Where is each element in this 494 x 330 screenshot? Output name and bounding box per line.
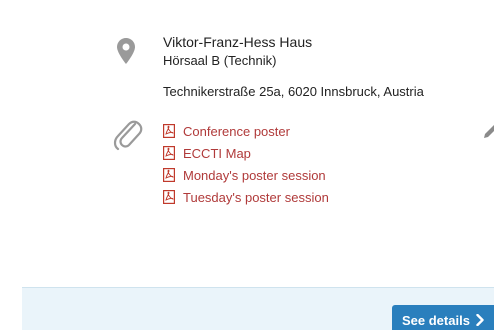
pdf-file-icon xyxy=(163,168,175,182)
attachment-list: Conference poster ECCTI Map Monday's pos… xyxy=(163,120,329,208)
pencil-icon[interactable] xyxy=(483,123,494,139)
venue-address: Technikerstraße 25a, 6020 Innsbruck, Aus… xyxy=(163,84,424,99)
venue-name: Viktor-Franz-Hess Haus xyxy=(163,34,313,50)
attachment-label: Tuesday's poster session xyxy=(183,189,329,205)
see-details-button[interactable]: See details xyxy=(392,305,494,330)
pdf-file-icon xyxy=(163,146,175,160)
pdf-file-icon xyxy=(163,124,175,138)
attachment-link[interactable]: Monday's poster session xyxy=(163,164,329,186)
attachment-link[interactable]: ECCTI Map xyxy=(163,142,329,164)
attachment-label: Conference poster xyxy=(183,123,290,139)
attachment-link[interactable]: Tuesday's poster session xyxy=(163,186,329,208)
see-details-label: See details xyxy=(402,312,470,328)
chevron-right-icon xyxy=(476,314,484,326)
pdf-file-icon xyxy=(163,190,175,204)
map-pin-icon xyxy=(117,38,135,64)
attachment-link[interactable]: Conference poster xyxy=(163,120,329,142)
attachment-label: Monday's poster session xyxy=(183,167,326,183)
paperclip-icon xyxy=(113,120,143,151)
attachment-label: ECCTI Map xyxy=(183,145,251,161)
venue-room: Hörsaal B (Technik) xyxy=(163,53,277,68)
event-details-panel: Viktor-Franz-Hess Haus Hörsaal B (Techni… xyxy=(0,0,494,330)
